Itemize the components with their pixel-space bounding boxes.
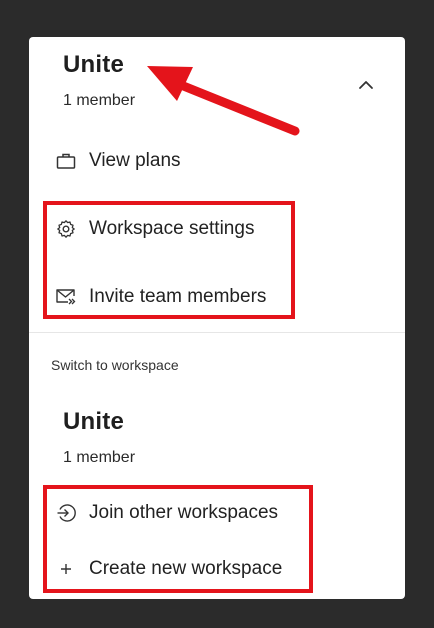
switch-workspace-heading: Switch to workspace <box>51 357 179 373</box>
screenshot-stage: Unite 1 member View plans Workspace sett… <box>0 0 434 628</box>
briefcase-icon <box>55 150 77 172</box>
chevron-up-icon <box>359 81 373 89</box>
section-divider <box>29 332 405 333</box>
mail-invite-icon <box>55 286 77 308</box>
switch-workspace-name: Unite <box>63 408 124 435</box>
invite-team-members-label: Invite team members <box>89 286 267 307</box>
create-new-workspace-item[interactable]: Create new workspace <box>55 551 282 587</box>
current-workspace-name: Unite <box>63 51 124 78</box>
join-other-workspaces-label: Join other workspaces <box>89 502 279 523</box>
invite-team-members-item[interactable]: Invite team members <box>55 279 266 315</box>
sign-in-icon <box>55 502 77 524</box>
switch-workspace-member-count: 1 member <box>63 449 136 466</box>
view-plans-item[interactable]: View plans <box>55 143 181 179</box>
gear-icon <box>55 218 77 240</box>
current-workspace-member-count: 1 member <box>63 92 136 109</box>
workspace-dropdown-panel: Unite 1 member View plans Workspace sett… <box>29 37 405 599</box>
plus-icon <box>55 558 77 580</box>
workspace-settings-label: Workspace settings <box>89 218 255 239</box>
join-other-workspaces-item[interactable]: Join other workspaces <box>55 495 278 531</box>
collapse-toggle[interactable] <box>355 77 377 93</box>
view-plans-label: View plans <box>89 150 181 171</box>
create-new-workspace-label: Create new workspace <box>89 558 283 579</box>
workspace-settings-item[interactable]: Workspace settings <box>55 211 254 247</box>
